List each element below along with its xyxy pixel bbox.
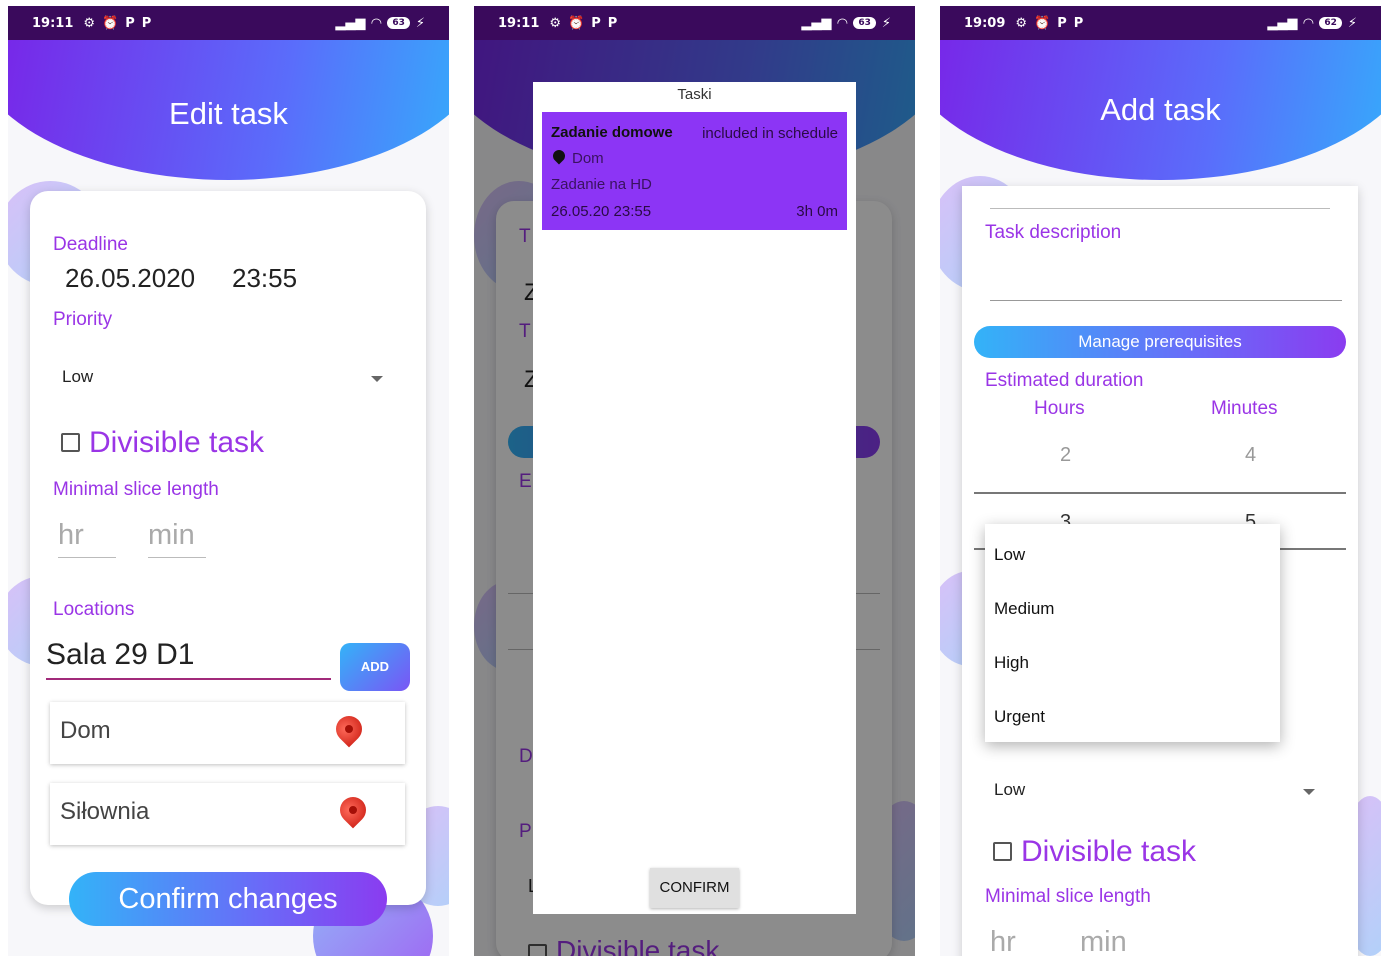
wifi-icon: ◠ [1303, 15, 1314, 31]
battery-icon: 63 [387, 17, 410, 29]
status-time: 19:09 [964, 15, 1006, 31]
task-date: 26.05.20 23:55 [551, 203, 652, 220]
slice-minutes-input[interactable]: min [148, 519, 195, 552]
priority-option-high[interactable]: High [994, 653, 1029, 673]
add-task-screen: 19:09 ⚙ ⏰ P P ▂▄▆ ◠ 62 ⚡ Add task Task d… [940, 6, 1381, 956]
location-item[interactable]: Dom [50, 702, 405, 764]
slice-hours-input[interactable]: hr [58, 519, 84, 552]
priority-select[interactable]: Low [985, 774, 1325, 804]
alarm-icon: ⏰ [568, 15, 585, 31]
task-description: Zadanie na HD [551, 176, 652, 193]
min-slice-label: Minimal slice length [53, 479, 219, 500]
task-location: Dom [572, 150, 604, 167]
location-name: Dom [60, 717, 111, 744]
status-bar: 19:11 ⚙ ⏰ P P ▂▄▆ ◠ 63 ⚡ [474, 6, 915, 40]
wifi-icon: ◠ [371, 15, 382, 31]
notification-icon: ⚙ [1015, 15, 1028, 31]
slice-minutes-input[interactable]: min [1080, 926, 1127, 956]
hours-option: 2 [1060, 444, 1072, 466]
description-input[interactable] [990, 248, 1342, 300]
wifi-icon: ◠ [837, 15, 848, 31]
hours-label: Hours [1034, 398, 1085, 419]
status-bar: 19:11 ⚙ ⏰ P P ▂▄▆ ◠ 63 ⚡ [8, 6, 449, 40]
task-duration: 3h 0m [796, 203, 838, 220]
page-title: Edit task [169, 96, 288, 131]
parking-icon: P [125, 15, 135, 31]
task-card[interactable]: Zadanie domowe included in schedule Dom … [542, 112, 847, 230]
confirm-changes-button[interactable]: Confirm changes [69, 872, 387, 926]
locations-label: Locations [53, 599, 135, 620]
location-input[interactable]: Sala 29 D1 [46, 638, 194, 672]
edit-form-card: Deadline 26.05.2020 23:55 Priority Low D… [30, 191, 426, 905]
signal-icon: ▂▄▆ [1267, 15, 1298, 31]
slice-hours-input[interactable]: hr [990, 926, 1016, 956]
location-item[interactable]: Siłownia [50, 783, 405, 845]
divisible-checkbox[interactable] [993, 842, 1012, 861]
alarm-icon: ⏰ [102, 15, 119, 31]
location-pin-icon [550, 147, 568, 165]
name-input-underline [990, 208, 1330, 209]
chevron-down-icon [1303, 789, 1315, 795]
priority-option-medium[interactable]: Medium [994, 599, 1054, 619]
edit-task-screen: 19:11 ⚙ ⏰ P P ▂▄▆ ◠ 63 ⚡ Edit task Deadl… [8, 6, 449, 956]
description-label: Task description [985, 222, 1122, 243]
priority-option-urgent[interactable]: Urgent [994, 707, 1045, 727]
chevron-down-icon [371, 376, 383, 382]
priority-option-low[interactable]: Low [994, 545, 1025, 565]
parking-icon: P [1057, 15, 1067, 31]
parking-icon: P [607, 15, 618, 31]
deadline-label: Deadline [53, 234, 128, 255]
notification-icon: ⚙ [549, 15, 562, 31]
priority-value: Low [994, 780, 1026, 799]
status-bar: 19:09 ⚙ ⏰ P P ▂▄▆ ◠ 62 ⚡ [940, 6, 1381, 40]
description-underline [990, 300, 1342, 301]
signal-icon: ▂▄▆ [335, 15, 366, 31]
parking-icon: P [141, 15, 152, 31]
signal-icon: ▂▄▆ [801, 15, 832, 31]
task-name: Zadanie domowe [551, 124, 673, 141]
parking-icon: P [1073, 15, 1084, 31]
priority-value: Low [62, 367, 94, 386]
notification-icon: ⚙ [83, 15, 96, 31]
divisible-checkbox[interactable] [61, 433, 80, 452]
deadline-date[interactable]: 26.05.2020 [65, 263, 195, 294]
status-time: 19:11 [32, 15, 74, 31]
map-pin-icon [334, 791, 372, 829]
slice-minutes-underline [148, 557, 206, 558]
priority-select[interactable]: Low [53, 361, 393, 391]
min-slice-label: Minimal slice length [985, 886, 1151, 907]
map-pin-icon [330, 710, 368, 748]
parking-icon: P [591, 15, 601, 31]
location-name: Siłownia [60, 798, 150, 825]
confirm-button[interactable]: CONFIRM [650, 868, 739, 908]
charging-icon: ⚡ [415, 15, 425, 31]
slice-hours-underline [58, 557, 116, 558]
manage-prerequisites-button[interactable]: Manage prerequisites [974, 326, 1346, 358]
minutes-option: 4 [1245, 444, 1257, 466]
charging-icon: ⚡ [881, 15, 891, 31]
alarm-icon: ⏰ [1034, 15, 1051, 31]
location-input-underline [46, 678, 331, 680]
divisible-label: Divisible task [1021, 835, 1197, 868]
priority-dropdown-menu: Low Medium High Urgent [985, 524, 1280, 742]
add-location-button[interactable]: ADD [340, 643, 410, 691]
task-status: included in schedule [702, 125, 838, 142]
deadline-time[interactable]: 23:55 [232, 263, 297, 294]
dialog-title: Taski [677, 86, 712, 103]
minutes-label: Minutes [1211, 398, 1278, 419]
divisible-label: Divisible task [89, 426, 265, 459]
tasks-dialog-screen: 19:11 ⚙ ⏰ P P ▂▄▆ ◠ 63 ⚡ T Z T Z E D P L… [474, 6, 915, 956]
tasks-dialog: Taski Zadanie domowe included in schedul… [533, 82, 856, 914]
battery-icon: 63 [853, 17, 876, 29]
duration-label: Estimated duration [985, 370, 1144, 391]
charging-icon: ⚡ [1347, 15, 1357, 31]
priority-label: Priority [53, 309, 113, 330]
battery-icon: 62 [1319, 17, 1342, 29]
picker-divider [974, 492, 1346, 494]
status-time: 19:11 [498, 15, 540, 31]
page-title: Add task [1100, 92, 1221, 127]
